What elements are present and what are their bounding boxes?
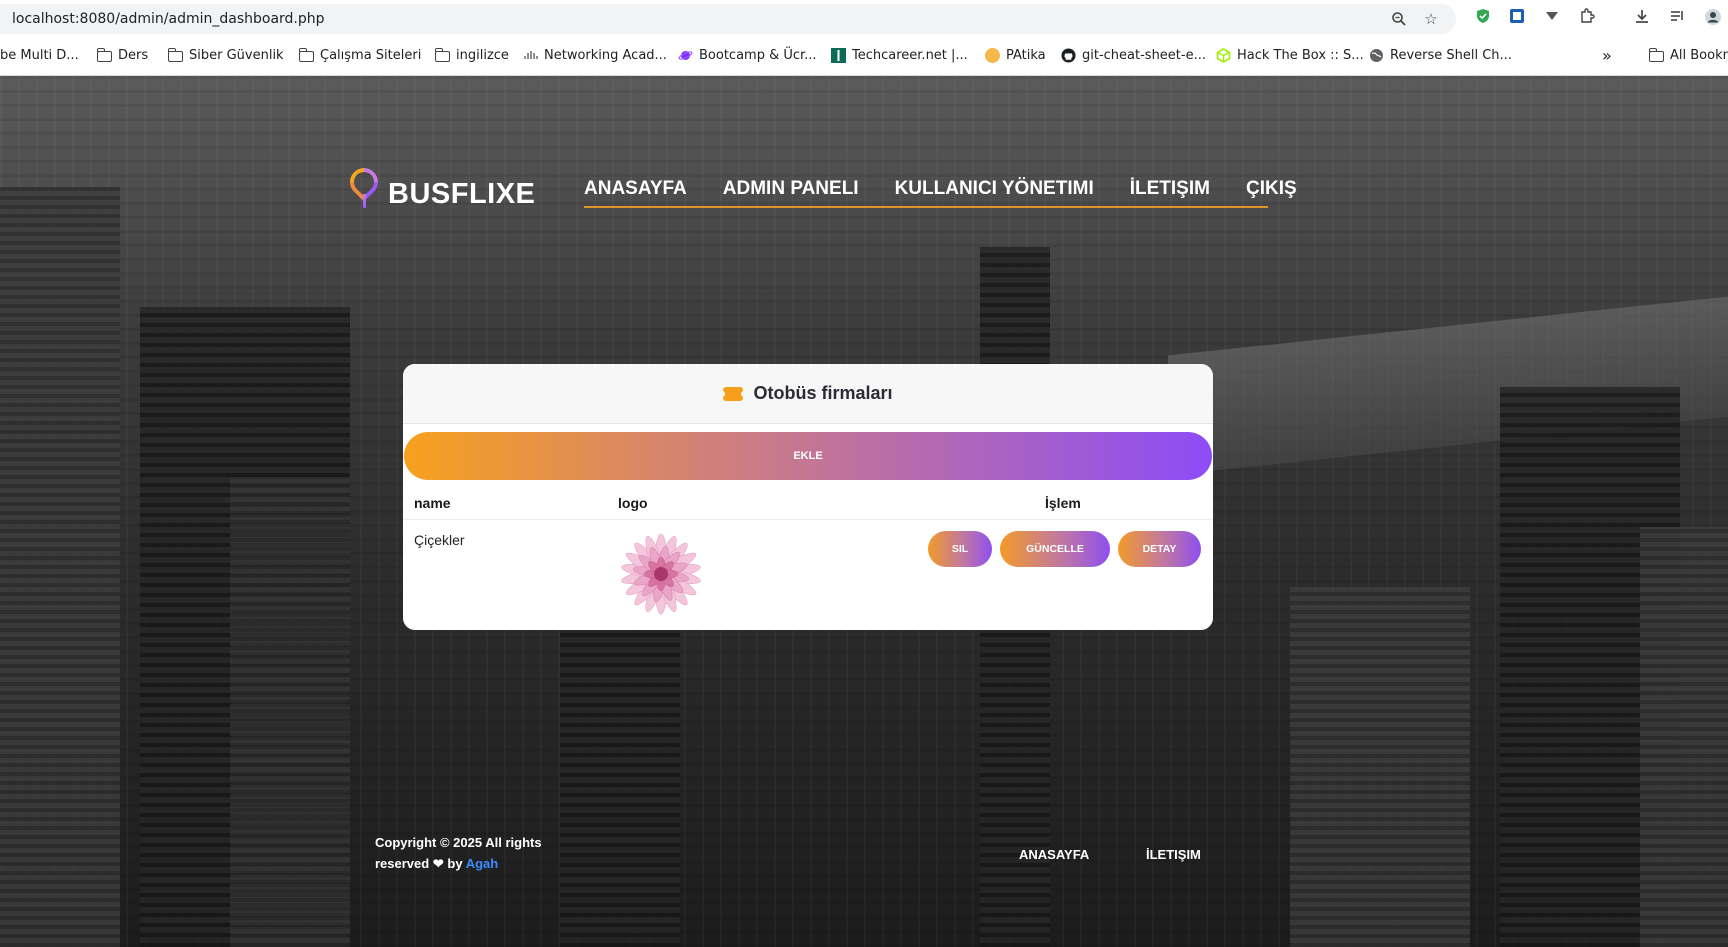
shield-extension-icon[interactable] — [1474, 8, 1492, 26]
nav-admin-paneli[interactable]: ADMIN PANELI — [723, 178, 859, 206]
update-button[interactable]: GÜNCELLE — [1000, 531, 1110, 567]
bookmark-star-icon[interactable]: ☆ — [1422, 11, 1440, 29]
htb-icon — [1216, 47, 1231, 63]
all-bookmarks-folder[interactable]: All Bookm — [1648, 44, 1728, 66]
patika-icon — [985, 47, 1000, 63]
brand-name: BUSFLIXE — [388, 178, 536, 210]
copyright-by: by — [447, 856, 463, 871]
bookmark-folder-ingilizce[interactable]: ingilizce — [434, 44, 509, 66]
extensions-puzzle-icon[interactable] — [1578, 8, 1596, 26]
url-text[interactable]: localhost:8080/admin/admin_dashboard.php — [12, 11, 325, 27]
heart-icon: ❤ — [432, 856, 444, 871]
reading-list-icon[interactable] — [1668, 8, 1686, 26]
more-bookmarks-chevron-icon[interactable]: » — [1602, 44, 1612, 66]
zoom-icon[interactable] — [1390, 11, 1408, 29]
company-name: Çiçekler — [414, 532, 465, 548]
bookmark-bootcamp[interactable]: Bootcamp & Ücr... — [678, 44, 817, 66]
background-building — [560, 607, 680, 947]
folder-icon — [1648, 47, 1664, 62]
add-company-button[interactable]: EKLE — [404, 432, 1212, 480]
column-header-action: İşlem — [1045, 495, 1081, 511]
bookmark-folder-calisma-siteleri[interactable]: Çalışma Siteleri — [298, 44, 421, 66]
bookmark-item[interactable]: be Multi D... — [0, 44, 79, 66]
page-background: BUSFLIXE ANASAYFA ADMIN PANELI KULLANICI… — [0, 76, 1728, 947]
folder-icon — [434, 47, 450, 62]
bookmark-git-cheat-sheet[interactable]: git-cheat-sheet-e... — [1061, 44, 1206, 66]
bookmark-folder-siber-guvenlik[interactable]: Siber Güvenlik — [167, 44, 284, 66]
dropdown-extension-icon[interactable] — [1543, 8, 1561, 26]
bookmark-folder-ders[interactable]: Ders — [96, 44, 148, 66]
techcareer-icon — [831, 47, 846, 63]
column-header-name: name — [414, 495, 451, 511]
bus-companies-card: Otobüs firmaları EKLE name logo İşlem Çi… — [403, 364, 1213, 630]
copyright-text: Copyright © 2025 All rights reserved ❤ b… — [375, 832, 575, 874]
ticket-icon — [720, 386, 747, 401]
folder-icon — [96, 47, 112, 62]
folder-icon — [167, 47, 183, 62]
bitwarden-extension-icon[interactable] — [1508, 8, 1526, 26]
browser-chrome: localhost:8080/admin/admin_dashboard.php… — [0, 0, 1728, 76]
cisco-icon — [523, 48, 538, 63]
bookmark-patika[interactable]: PAtika — [985, 44, 1046, 66]
table-header: name logo İşlem — [403, 484, 1213, 520]
copyright-line-1: Copyright © 2025 All rights — [375, 835, 542, 850]
main-nav: ANASAYFA ADMIN PANELI KULLANICI YÖNETIMI… — [584, 178, 1297, 208]
background-building — [0, 187, 120, 947]
author-link[interactable]: Agah — [466, 856, 499, 871]
footer-link-iletisim[interactable]: İLETIŞIM — [1146, 847, 1201, 862]
nav-anasayfa[interactable]: ANASAYFA — [584, 178, 687, 206]
site-logo[interactable]: BUSFLIXE — [344, 161, 536, 211]
footer-link-anasayfa[interactable]: ANASAYFA — [1019, 847, 1089, 862]
location-pin-icon — [344, 161, 384, 208]
detail-button[interactable]: DETAY — [1118, 531, 1201, 567]
bookmark-reverse-shell[interactable]: Reverse Shell Ch... — [1369, 44, 1512, 66]
bookmark-hack-the-box[interactable]: Hack The Box :: S... — [1216, 44, 1364, 66]
planet-icon — [678, 48, 693, 63]
background-building — [1640, 527, 1728, 947]
bookmarks-bar: be Multi D... Ders Siber Güvenlik Çalışm… — [0, 44, 1728, 66]
nav-iletisim[interactable]: İLETIŞIM — [1130, 178, 1210, 206]
copyright-reserved: reserved — [375, 856, 430, 871]
address-bar[interactable]: localhost:8080/admin/admin_dashboard.php… — [0, 4, 1456, 34]
download-icon[interactable] — [1633, 8, 1651, 26]
column-header-logo: logo — [618, 495, 648, 511]
profile-avatar-icon[interactable] — [1704, 8, 1722, 26]
bookmark-techcareer[interactable]: Techcareer.net |... — [831, 44, 968, 66]
background-building — [230, 477, 350, 947]
nav-cikis[interactable]: ÇIKIŞ — [1246, 178, 1297, 206]
card-header: Otobüs firmaları — [403, 364, 1213, 424]
nav-kullanici-yonetimi[interactable]: KULLANICI YÖNETIMI — [895, 178, 1094, 206]
company-logo-image — [615, 529, 707, 619]
background-building — [1290, 587, 1470, 947]
folder-icon — [298, 47, 314, 62]
delete-button[interactable]: SIL — [928, 531, 992, 567]
globe-icon — [1369, 48, 1384, 63]
bookmark-networking-academy[interactable]: Networking Acad... — [523, 44, 667, 66]
github-icon — [1061, 47, 1076, 63]
card-title: Otobüs firmaları — [753, 383, 893, 403]
